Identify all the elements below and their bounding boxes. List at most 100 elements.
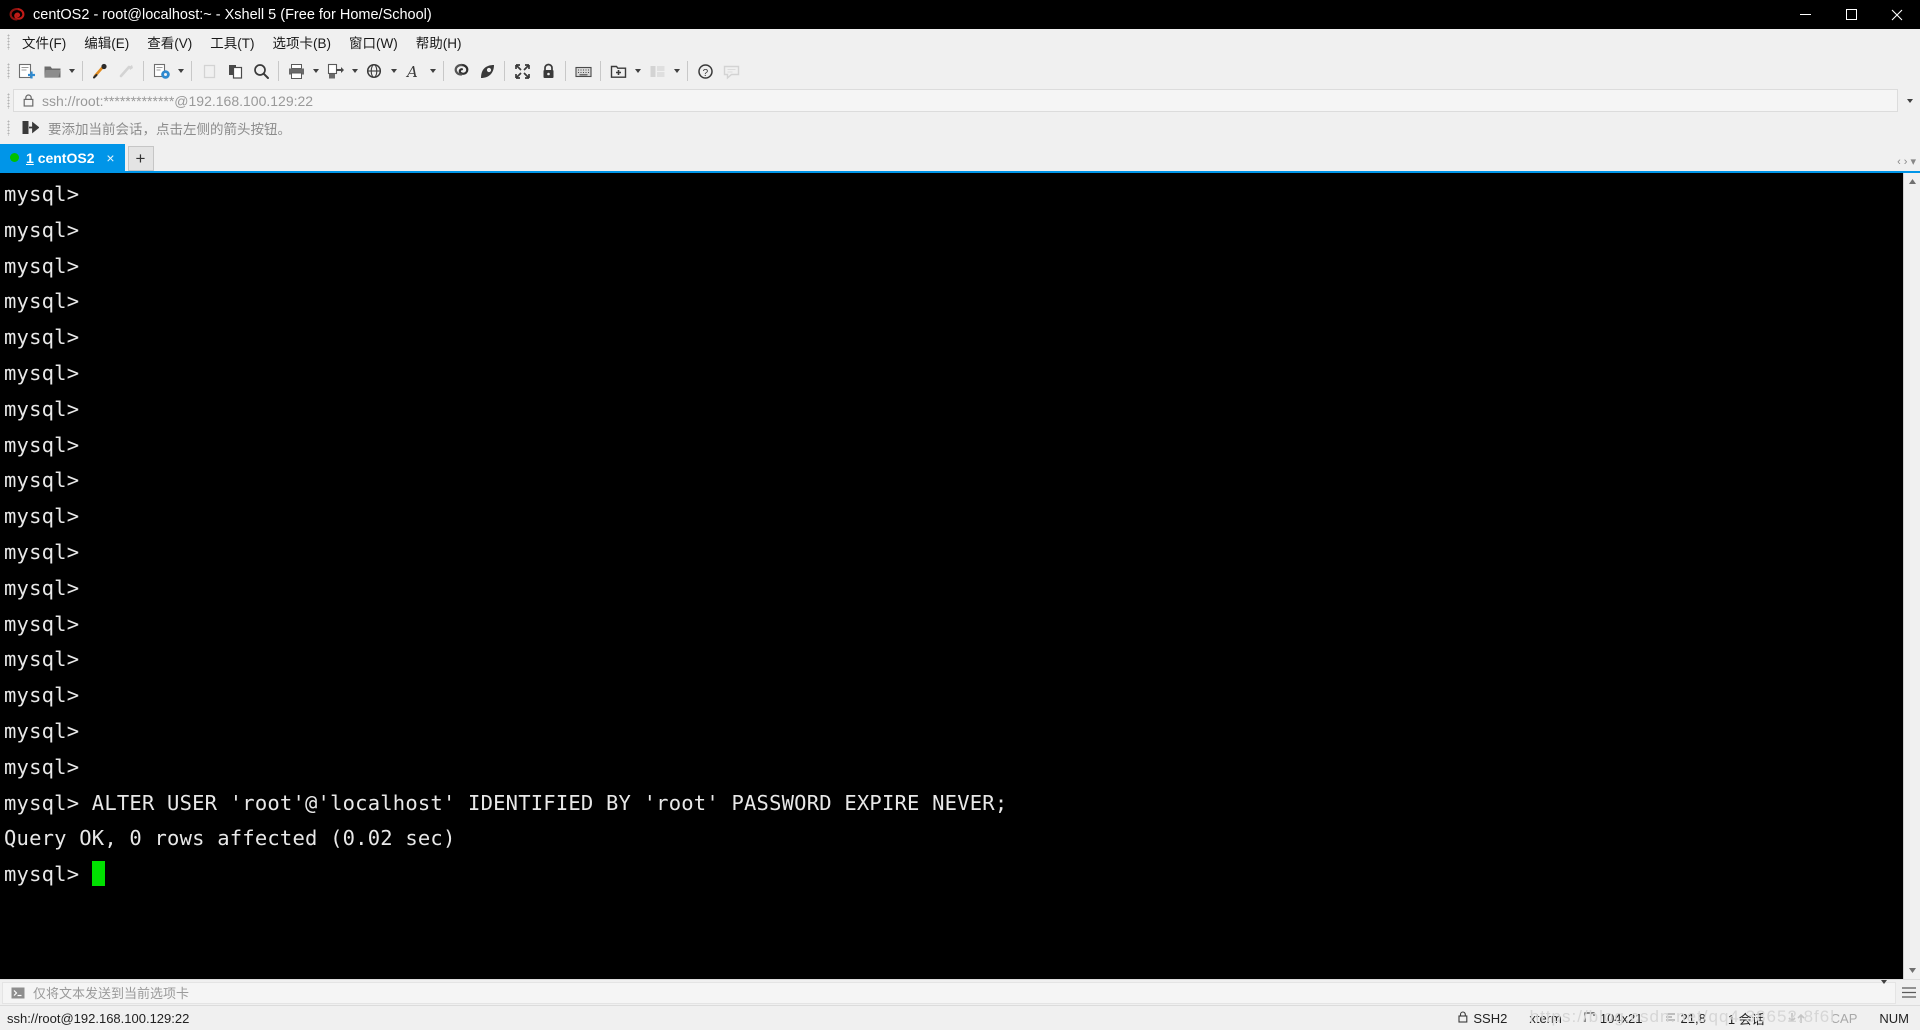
session-properties-icon[interactable] (148, 58, 174, 84)
layout-icon[interactable] (644, 58, 670, 84)
tab-centos2[interactable]: 1 centOS2 × (0, 144, 125, 171)
comment-icon[interactable] (718, 58, 744, 84)
status-num-lock: NUM (1879, 1010, 1909, 1026)
status-cursor-position: 21,8 (1654, 1011, 1717, 1026)
paste-clipboard-icon[interactable] (196, 58, 222, 84)
toolbar-grip[interactable] (4, 62, 13, 80)
tab-nav-prev-icon[interactable]: ‹ (1897, 156, 1901, 168)
xshell-logo-icon (8, 7, 28, 23)
terminal-line: mysql> (4, 468, 80, 493)
globe-icon[interactable] (361, 58, 387, 84)
maximize-button[interactable] (1828, 0, 1874, 29)
tab-label: 1 centOS2 (26, 150, 95, 166)
terminal-output[interactable]: mysql> mysql> mysql> mysql> mysql> mysql> mysq… (0, 173, 1903, 979)
toolbar-separator (504, 61, 505, 81)
terminal-line: mysql> (4, 647, 80, 672)
status-cells: SSH2 xterm 104x21 21,8 1 会话 CAP NUM (1447, 1009, 1920, 1028)
status-protocol-label: SSH2 (1473, 1010, 1508, 1026)
terminal-prompt-icon (11, 987, 25, 999)
terminal-line: mysql> (4, 539, 80, 564)
window-controls (1782, 0, 1920, 29)
toolbar-separator (82, 61, 83, 81)
scroll-down-arrow-icon[interactable] (1904, 962, 1920, 979)
terminal-line: mysql> (4, 754, 80, 779)
resize-icon (1584, 1011, 1595, 1026)
copy-icon[interactable] (222, 58, 248, 84)
find-icon[interactable] (248, 58, 274, 84)
svg-text:A: A (405, 63, 418, 81)
menu-edit[interactable]: 编辑(E) (75, 28, 138, 56)
new-folder-dropdown-caret[interactable] (631, 58, 644, 84)
status-sessions: 1 会话 (1727, 1011, 1765, 1027)
title-bar: centOS2 - root@localhost:~ - Xshell 5 (F… (0, 0, 1920, 29)
hintbar-grip[interactable] (4, 119, 13, 137)
tab-nav-menu-icon[interactable]: ▾ (1910, 155, 1916, 168)
transfer-icon[interactable] (322, 58, 348, 84)
chevron-down-icon[interactable] (1900, 89, 1920, 112)
addressbar-grip[interactable] (4, 92, 13, 110)
close-button[interactable] (1874, 0, 1920, 29)
xagent-icon[interactable] (474, 58, 500, 84)
address-bar: ssh://root:*************@192.168.100.129… (0, 87, 1920, 114)
status-size-label: 104x21 (1599, 1010, 1643, 1026)
svg-text:?: ? (702, 68, 708, 79)
terminal-line: mysql> (4, 289, 80, 314)
tab-nav-next-icon[interactable]: › (1904, 156, 1908, 168)
new-session-icon[interactable] (13, 58, 39, 84)
toolbar-separator (687, 61, 688, 81)
help-icon[interactable]: ? (692, 58, 718, 84)
layout-dropdown-caret[interactable] (670, 58, 683, 84)
folder-dropdown-caret[interactable] (65, 58, 78, 84)
connect-icon[interactable] (87, 58, 113, 84)
print-icon[interactable] (283, 58, 309, 84)
scrollbar-track[interactable] (1903, 190, 1920, 962)
menu-view[interactable]: 查看(V) (138, 28, 201, 56)
globe-dropdown-caret[interactable] (387, 58, 400, 84)
terminal-line: mysql> (4, 325, 80, 350)
toolbar-separator (443, 61, 444, 81)
menu-tools[interactable]: 工具(T) (201, 28, 263, 56)
font-icon[interactable]: A (400, 58, 426, 84)
terminal-line: mysql> (4, 182, 80, 206)
lock-icon[interactable] (535, 58, 561, 84)
menu-bar: 文件(F) 编辑(E) 查看(V) 工具(T) 选项卡(B) 窗口(W) 帮助(… (0, 29, 1920, 55)
font-dropdown-caret[interactable] (426, 58, 439, 84)
disconnect-icon[interactable] (113, 58, 139, 84)
add-session-arrow-icon[interactable] (22, 120, 39, 135)
tab-close-icon[interactable]: × (104, 150, 118, 166)
new-tab-button[interactable]: + (127, 146, 154, 171)
toolbar-separator (600, 61, 601, 81)
terminal-line: mysql> (4, 432, 80, 457)
new-folder-icon[interactable] (605, 58, 631, 84)
scroll-up-arrow-icon[interactable] (1904, 173, 1920, 190)
transfer-dropdown-caret[interactable] (348, 58, 361, 84)
print-dropdown-caret[interactable] (309, 58, 322, 84)
fullscreen-icon[interactable] (509, 58, 535, 84)
properties-dropdown-caret[interactable] (174, 58, 187, 84)
xshell-window: centOS2 - root@localhost:~ - Xshell 5 (F… (0, 0, 1920, 1030)
hint-text: 要添加当前会话，点击左侧的箭头按钮。 (48, 121, 291, 137)
lock-icon (23, 94, 34, 107)
terminal-cursor (91, 861, 105, 887)
tab-bar: 1 centOS2 × + ‹ › ▾ (0, 141, 1920, 171)
menu-window[interactable]: 窗口(W) (340, 28, 407, 56)
terminal-scrollbar[interactable] (1903, 173, 1920, 979)
hamburger-menu-icon[interactable] (1898, 987, 1920, 998)
chevron-down-icon[interactable] (1881, 979, 1887, 1002)
menubar-grip[interactable] (4, 33, 13, 51)
toolbar-separator (278, 61, 279, 81)
xftp-icon[interactable] (448, 58, 474, 84)
address-input[interactable]: ssh://root:*************@192.168.100.129… (13, 89, 1898, 112)
terminal-line: mysql> (4, 718, 80, 743)
keyboard-icon[interactable] (570, 58, 596, 84)
terminal-line: mysql> (4, 683, 80, 708)
status-transfer-indicator (1776, 1012, 1820, 1024)
menu-file[interactable]: 文件(F) (13, 28, 75, 56)
tab-index: 1 (26, 149, 34, 166)
menu-tabs[interactable]: 选项卡(B) (264, 28, 341, 56)
send-text-input[interactable]: 仅将文本发送到当前选项卡 (2, 979, 1896, 1004)
status-terminal-type: xterm (1529, 1010, 1562, 1026)
open-folder-icon[interactable] (39, 58, 65, 84)
menu-help[interactable]: 帮助(H) (407, 28, 471, 56)
minimize-button[interactable] (1782, 0, 1828, 29)
